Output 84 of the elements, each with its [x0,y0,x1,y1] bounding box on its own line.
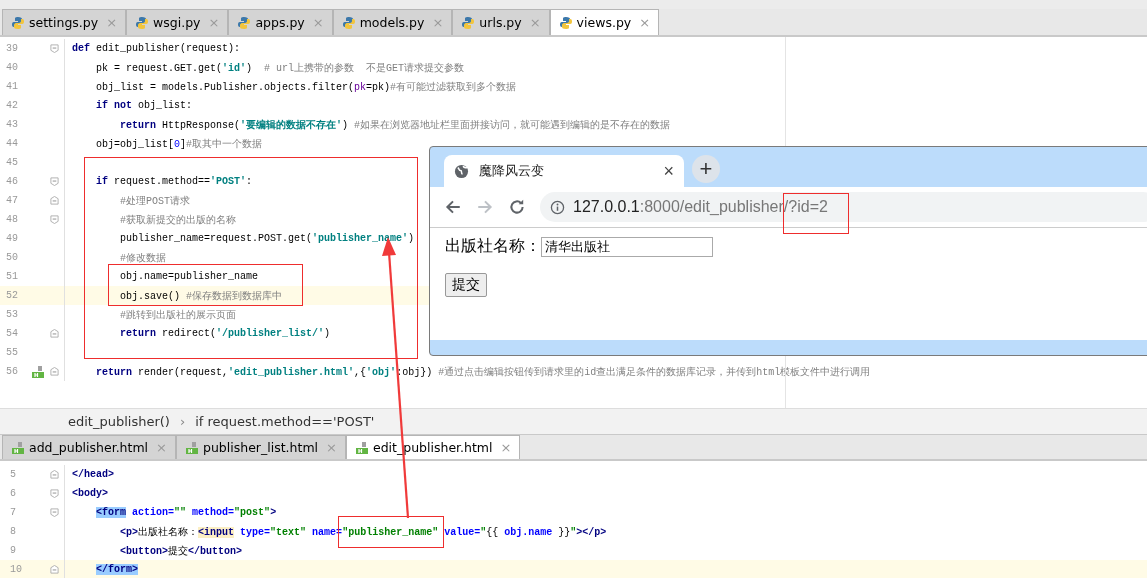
file-tab[interactable]: add_publisher.html × [2,435,176,459]
line-number: 52 [5,290,19,301]
fold-icon[interactable] [50,565,59,574]
python-file-icon [558,15,573,30]
code-line: <body> [71,488,108,499]
fold-icon[interactable] [50,329,59,338]
breadcrumb-item[interactable]: edit_publisher() [68,414,170,429]
file-tab[interactable]: urls.py × [452,9,550,35]
line-number: 39 [5,43,19,54]
reload-icon[interactable] [508,198,526,216]
line-number: 44 [5,138,19,149]
file-tab[interactable]: apps.py × [228,9,333,35]
file-tab[interactable]: models.py × [332,9,453,35]
code-line: #跳转到出版社的展示页面 [119,308,237,322]
code-line: obj_list = models.Publisher.objects.filter(pk=pk)#有可能过滤获取到多个数据 [95,80,517,94]
file-tab[interactable]: settings.py × [2,9,127,35]
line-number: 53 [5,309,19,320]
python-file-icon [135,15,150,30]
line-number: 45 [5,157,19,168]
line-number: 6 [9,488,17,499]
line-number: 7 [9,507,17,518]
html-file-icon [185,440,199,455]
line-number: 8 [9,526,17,537]
code-line: return redirect('/publisher_list/') [119,328,331,339]
code-line: pk = request.GET.get('id') # url上携带的参数 不是GET请求提交参数 [95,61,465,75]
new-tab-button[interactable]: + [692,155,720,183]
code-line: #修改数据 [119,251,167,265]
html-file-icon [354,440,369,455]
python-file-icon [461,15,476,30]
line-number: 41 [5,81,19,92]
code-line: <button>提交</button> [119,544,243,558]
code-line: if request.method=='POST': [95,176,253,187]
python-file-icon [11,15,25,30]
fold-icon[interactable] [50,489,59,498]
code-line: publisher_name=request.POST.get('publisher_name') [119,233,415,244]
field-label: 出版社名称： [445,236,541,256]
line-number: 42 [5,100,19,111]
line-number: 55 [5,347,19,358]
code-line: obj.name=publisher_name [119,271,259,282]
line-number: 48 [5,214,19,225]
line-number: 5 [9,469,17,480]
globe-icon [454,163,469,179]
breadcrumb-item[interactable]: if request.method=='POST' [195,414,375,429]
submit-button[interactable]: 提交 [445,273,487,297]
code-line: <form action="" method="post"> [95,507,277,518]
browser-tab[interactable]: 魔降风云变 × [444,155,684,187]
code-line: </head> [71,469,114,480]
fold-icon[interactable] [50,177,59,186]
line-number: 43 [5,119,19,130]
html-file-icon [11,440,25,455]
file-tab[interactable]: wsgi.py × [126,9,229,35]
file-tab[interactable]: publisher_list.html × [176,435,346,459]
fold-icon[interactable] [50,367,59,376]
code-line: return HttpResponse('要编辑的数据不存在') #如果在浏览器地址栏里面拼接访问，就可能遇到编辑的是不存在的数据 [119,118,671,132]
info-icon [550,199,565,215]
python-file-icon [341,15,356,30]
line-number: 40 [5,62,19,73]
code-line: #获取新提交的出版的名称 [119,213,237,227]
fold-icon[interactable] [50,508,59,517]
file-tab[interactable]: views.py × [549,9,660,35]
back-icon[interactable] [444,198,462,216]
code-line: def edit_publisher(request): [71,43,241,54]
fold-icon[interactable] [50,215,59,224]
fold-icon[interactable] [50,196,59,205]
line-number: 50 [5,252,19,263]
line-number: 10 [9,564,23,575]
code-line: obj.save() #保存数据到数据库中 [119,289,283,303]
code-line: obj=obj_list[0]#取其中一个数据 [95,137,263,151]
line-number: 51 [5,271,19,282]
fold-icon[interactable] [50,470,59,479]
line-number: 54 [5,328,19,339]
code-line: if not obj_list: [95,100,193,111]
python-file-icon [237,15,252,30]
breadcrumb-separator: › [179,414,186,429]
line-number: 46 [5,176,19,187]
line-number: 47 [5,195,19,206]
name-input[interactable]: 清华出版社 [541,236,713,257]
line-number: 49 [5,233,19,244]
close-tab-button[interactable]: × [663,160,674,182]
fold-icon[interactable] [50,44,59,53]
code-line: #处理POST请求 [119,194,191,208]
line-number: 9 [9,545,17,556]
line-number: 56 [5,366,19,377]
forward-icon[interactable] [476,198,494,216]
